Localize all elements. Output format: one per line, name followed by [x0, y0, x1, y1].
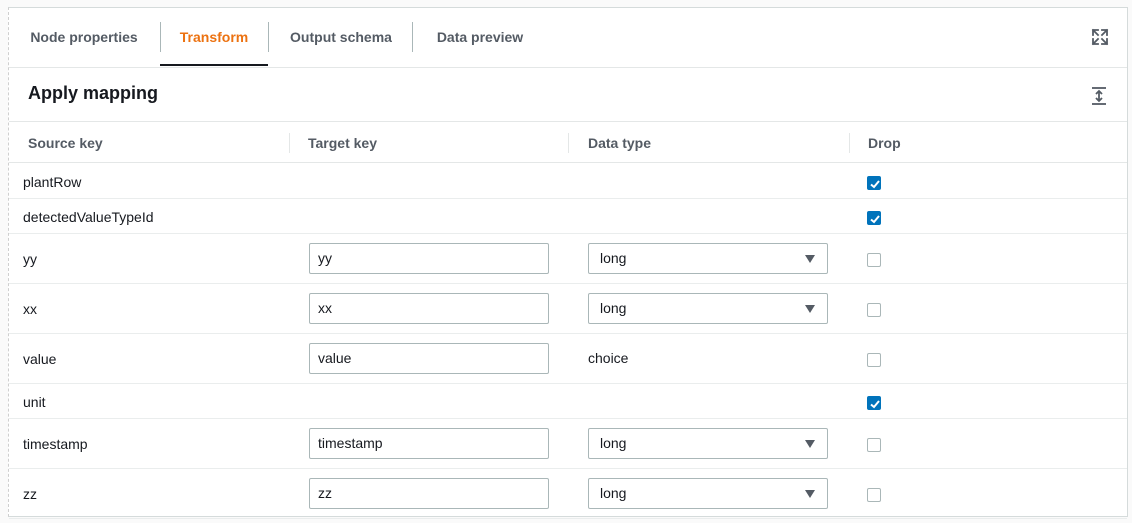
section-header: Apply mapping	[9, 68, 1127, 122]
table-row: unit	[9, 384, 1127, 419]
table-row: xx xx long	[9, 284, 1127, 334]
column-divider	[289, 133, 290, 153]
table-row: value value choice	[9, 334, 1127, 384]
drop-checkbox[interactable]	[867, 396, 881, 410]
table-header: Source key Target key Data type Drop	[9, 123, 1127, 163]
caret-down-icon	[805, 305, 815, 313]
data-type-select[interactable]: long	[588, 293, 828, 324]
source-key-cell: plantRow	[23, 174, 82, 190]
data-type-value: long	[600, 485, 627, 501]
drop-checkbox[interactable]	[867, 211, 881, 225]
active-tab-indicator	[160, 64, 268, 66]
drop-checkbox[interactable]	[867, 176, 881, 190]
drop-checkbox[interactable]	[867, 253, 881, 267]
collapse-vertical-icon	[1092, 87, 1106, 105]
tab-node-properties[interactable]: Node properties	[17, 22, 151, 52]
caret-down-icon	[805, 490, 815, 498]
drop-checkbox[interactable]	[867, 488, 881, 502]
target-key-input[interactable]: xx	[309, 293, 549, 324]
source-key-cell: yy	[23, 251, 37, 267]
fullscreen-button[interactable]	[1090, 27, 1110, 47]
section-title: Apply mapping	[28, 83, 158, 103]
column-header-target-key[interactable]: Target key	[308, 123, 377, 163]
caret-down-icon	[805, 440, 815, 448]
source-key-cell: zz	[23, 486, 37, 502]
source-key-cell: detectedValueTypeId	[23, 209, 154, 225]
drop-checkbox[interactable]	[867, 353, 881, 367]
column-divider	[849, 133, 850, 153]
table-row: plantRow	[9, 164, 1127, 199]
column-header-data-type[interactable]: Data type	[588, 123, 651, 163]
expand-icon	[1091, 28, 1109, 46]
checkmark-icon	[870, 215, 880, 224]
column-header-drop[interactable]: Drop	[868, 123, 901, 163]
target-key-input[interactable]: value	[309, 343, 549, 374]
table-row: yy yy long	[9, 234, 1127, 284]
target-key-input[interactable]: yy	[309, 243, 549, 274]
data-type-value: long	[600, 435, 627, 451]
data-type-select[interactable]: long	[588, 428, 828, 459]
transform-panel: Node properties Transform Output schema …	[8, 7, 1128, 519]
source-key-cell: value	[23, 351, 57, 367]
tab-divider	[412, 22, 413, 52]
column-divider	[568, 133, 569, 153]
tab-data-preview[interactable]: Data preview	[418, 22, 542, 52]
table-row: zz zz long	[9, 469, 1127, 519]
table-row: timestamp timestamp long	[9, 419, 1127, 469]
drop-checkbox[interactable]	[867, 303, 881, 317]
tab-divider	[268, 22, 269, 52]
checkmark-icon	[870, 180, 880, 189]
caret-down-icon	[805, 255, 815, 263]
collapse-button[interactable]	[1090, 86, 1108, 106]
data-type-value: long	[600, 300, 627, 316]
source-key-cell: timestamp	[23, 436, 88, 452]
column-header-source-key[interactable]: Source key	[28, 123, 103, 163]
source-key-cell: unit	[23, 394, 46, 410]
data-type-select[interactable]: long	[588, 478, 828, 509]
tab-output-schema[interactable]: Output schema	[273, 22, 409, 52]
source-key-cell: xx	[23, 301, 37, 317]
checkmark-icon	[870, 400, 880, 409]
data-type-text: choice	[588, 350, 629, 366]
data-type-select[interactable]: long	[588, 243, 828, 274]
target-key-input[interactable]: timestamp	[309, 428, 549, 459]
tab-bar: Node properties Transform Output schema …	[9, 8, 1127, 68]
table-row: detectedValueTypeId	[9, 199, 1127, 234]
data-type-value: long	[600, 250, 627, 266]
drop-checkbox[interactable]	[867, 438, 881, 452]
tab-transform[interactable]: Transform	[160, 22, 268, 52]
target-key-input[interactable]: zz	[309, 478, 549, 509]
